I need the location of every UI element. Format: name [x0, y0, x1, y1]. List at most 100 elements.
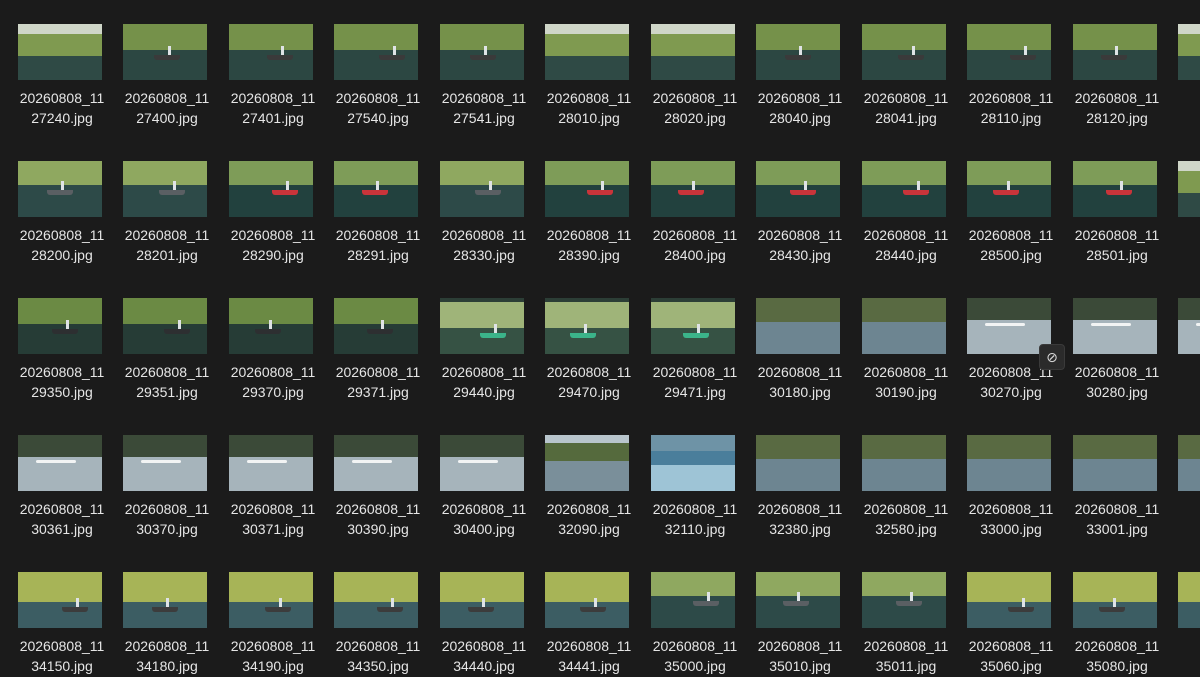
- thumbnail-image: [545, 161, 629, 217]
- thumbnail-image: [440, 298, 524, 354]
- thumbnail-image: [334, 435, 418, 491]
- thumbnail-image: [651, 298, 735, 354]
- file-tile[interactable]: 20260808_11 33001.jpg: [1055, 411, 1161, 541]
- thumbnail-image: [18, 435, 102, 491]
- file-tile[interactable]: 20260808_11 35060.jpg: [949, 548, 1055, 677]
- thumbnail-image: [651, 572, 735, 628]
- file-tile[interactable]: 20260808_11 32580.jpg: [844, 411, 950, 541]
- file-tile[interactable]: 20260808_11 28400.jpg: [633, 137, 739, 267]
- file-tile[interactable]: 20260808_11 28201.jpg: [105, 137, 211, 267]
- thumbnail-image: [1178, 435, 1200, 491]
- file-tile[interactable]: 202: [1160, 137, 1200, 267]
- file-tile[interactable]: 20260808_11 28040.jpg: [738, 0, 844, 130]
- file-tile[interactable]: 20260808_11 28120.jpg: [1055, 0, 1161, 130]
- file-tile[interactable]: 20260808_11 29350.jpg: [0, 274, 106, 404]
- file-tile[interactable]: 20260808_11 35010.jpg: [738, 548, 844, 677]
- thumbnail-image: [967, 435, 1051, 491]
- file-tile[interactable]: 20260808_11 30180.jpg: [738, 274, 844, 404]
- file-name-line1: 3: [1160, 636, 1200, 656]
- file-tile[interactable]: 20260808_11 30371.jpg: [211, 411, 317, 541]
- file-tile[interactable]: 20260808_11 34440.jpg: [422, 548, 528, 677]
- thumbnail-image: [334, 572, 418, 628]
- thumbnail-image: [18, 161, 102, 217]
- thumbnail-image: [18, 572, 102, 628]
- file-tile[interactable]: 20260808_11 28500.jpg: [949, 137, 1055, 267]
- thumbnail-image: [123, 572, 207, 628]
- thumbnail-image: [1178, 24, 1200, 80]
- thumbnail-image: [967, 161, 1051, 217]
- file-tile[interactable]: 20260808_11 28020.jpg: [633, 0, 739, 130]
- file-tile[interactable]: 20260808_11 28200.jpg: [0, 137, 106, 267]
- file-tile[interactable]: 20260808_11 32110.jpg: [633, 411, 739, 541]
- file-tile[interactable]: 20260808_11 30370.jpg: [105, 411, 211, 541]
- file-tile[interactable]: 202: [1160, 0, 1200, 130]
- file-tile[interactable]: 20260808_11 28290.jpg: [211, 137, 317, 267]
- thumbnail-image: [18, 298, 102, 354]
- file-tile[interactable]: 3: [1160, 548, 1200, 677]
- file-tile[interactable]: 20260808_11 32090.jpg: [527, 411, 633, 541]
- file-tile[interactable]: 20260808_11 29440.jpg: [422, 274, 528, 404]
- file-tile[interactable]: 3: [1160, 411, 1200, 541]
- file-tile[interactable]: 20260808_11 34150.jpg: [0, 548, 106, 677]
- file-tile[interactable]: 20260808_11 29470.jpg: [527, 274, 633, 404]
- file-tile[interactable]: 20260808_11 28440.jpg: [844, 137, 950, 267]
- file-tile[interactable]: 20260808_11 27240.jpg: [0, 0, 106, 130]
- file-tile[interactable]: 20260808_11 35000.jpg: [633, 548, 739, 677]
- thumbnail-image: [440, 24, 524, 80]
- file-tile[interactable]: 20260808_11 35080.jpg: [1055, 548, 1161, 677]
- file-tile[interactable]: 20260808_11 28010.jpg: [527, 0, 633, 130]
- thumbnail-image: [545, 435, 629, 491]
- file-name-line1: 3: [1160, 499, 1200, 519]
- file-tile[interactable]: 20260808_11 28110.jpg: [949, 0, 1055, 130]
- file-tile[interactable]: 20260808_11 28501.jpg: [1055, 137, 1161, 267]
- thumbnail-image: [862, 161, 946, 217]
- file-tile[interactable]: 20260808_11 28330.jpg: [422, 137, 528, 267]
- file-tile[interactable]: 20260808_11 27400.jpg: [105, 0, 211, 130]
- thumbnail-image: [123, 435, 207, 491]
- thumbnail-image: [229, 24, 313, 80]
- file-tile[interactable]: 20260808_11 34190.jpg: [211, 548, 317, 677]
- file-tile[interactable]: 20260808_11 29370.jpg: [211, 274, 317, 404]
- file-tile[interactable]: 20260808_11 32380.jpg: [738, 411, 844, 541]
- file-tile[interactable]: 20260808_11 35011.jpg: [844, 548, 950, 677]
- thumbnail-image: [862, 298, 946, 354]
- file-name: 3: [1160, 499, 1200, 519]
- file-tile[interactable]: 20260808_11 28291.jpg: [316, 137, 422, 267]
- file-tile[interactable]: 20260808_11 33000.jpg: [949, 411, 1055, 541]
- file-tile[interactable]: 20260808_11 30280.jpg: [1055, 274, 1161, 404]
- thumbnail-image: [545, 298, 629, 354]
- thumbnail-image: [651, 161, 735, 217]
- file-tile[interactable]: 20260808_11 34441.jpg: [527, 548, 633, 677]
- file-tile[interactable]: 20260808_11 29371.jpg: [316, 274, 422, 404]
- thumbnail-image: [440, 572, 524, 628]
- thumbnail-image: [1073, 161, 1157, 217]
- thumbnail-image: [123, 24, 207, 80]
- file-tile[interactable]: 20260808_11 27401.jpg: [211, 0, 317, 130]
- thumbnail-image: [123, 161, 207, 217]
- file-tile[interactable]: 20260808_11 34180.jpg: [105, 548, 211, 677]
- file-name: 202: [1160, 225, 1200, 245]
- file-tile[interactable]: 20260808_11 28430.jpg: [738, 137, 844, 267]
- file-tile[interactable]: 20260808_11 27541.jpg: [422, 0, 528, 130]
- file-tile[interactable]: 20260808_11 34350.jpg: [316, 548, 422, 677]
- file-tile[interactable]: 20260808_11 30390.jpg: [316, 411, 422, 541]
- thumbnail-image: [651, 24, 735, 80]
- thumbnail-image: [967, 572, 1051, 628]
- thumbnail-image: [1178, 161, 1200, 217]
- file-tile[interactable]: 20260808_11 29471.jpg: [633, 274, 739, 404]
- file-tile[interactable]: 3: [1160, 274, 1200, 404]
- thumbnail-image: [756, 24, 840, 80]
- thumbnail-image: [651, 435, 735, 491]
- prohibited-glyph: ⊘: [1046, 348, 1058, 365]
- thumbnail-image: [862, 572, 946, 628]
- file-tile[interactable]: 20260808_11 30270.jpg: [949, 274, 1055, 404]
- thumbnail-image: [229, 298, 313, 354]
- file-tile[interactable]: 20260808_11 28041.jpg: [844, 0, 950, 130]
- file-tile[interactable]: 20260808_11 30361.jpg: [0, 411, 106, 541]
- file-tile[interactable]: 20260808_11 27540.jpg: [316, 0, 422, 130]
- file-tile[interactable]: 20260808_11 29351.jpg: [105, 274, 211, 404]
- thumbnail-image: [756, 435, 840, 491]
- file-tile[interactable]: 20260808_11 30190.jpg: [844, 274, 950, 404]
- file-tile[interactable]: 20260808_11 28390.jpg: [527, 137, 633, 267]
- file-tile[interactable]: 20260808_11 30400.jpg: [422, 411, 528, 541]
